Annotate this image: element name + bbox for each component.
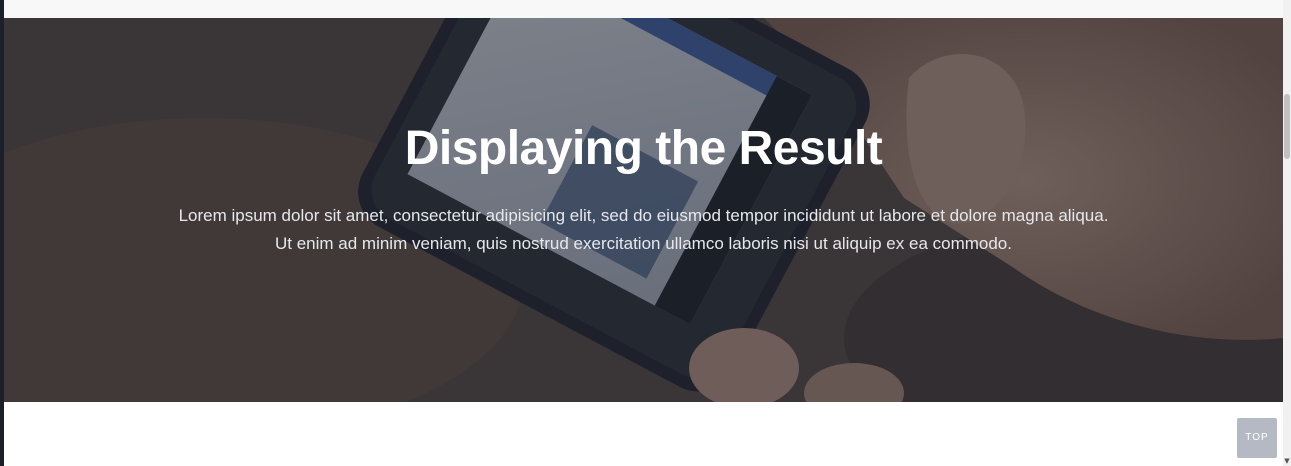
top-navbar-strip bbox=[4, 0, 1283, 18]
hero-content: Displaying the Result Lorem ipsum dolor … bbox=[4, 18, 1283, 402]
page: Displaying the Result Lorem ipsum dolor … bbox=[4, 0, 1283, 466]
hero-section: Displaying the Result Lorem ipsum dolor … bbox=[4, 18, 1283, 402]
chevron-down-icon[interactable]: ▼ bbox=[1283, 456, 1291, 466]
back-to-top-button[interactable]: TOP bbox=[1237, 418, 1277, 458]
scrollbar-thumb[interactable] bbox=[1284, 94, 1290, 159]
hero-title: Displaying the Result bbox=[404, 122, 883, 175]
page-scrollbar[interactable]: ▼ bbox=[1283, 0, 1291, 466]
hero-description: Lorem ipsum dolor sit amet, consectetur … bbox=[178, 206, 1109, 253]
